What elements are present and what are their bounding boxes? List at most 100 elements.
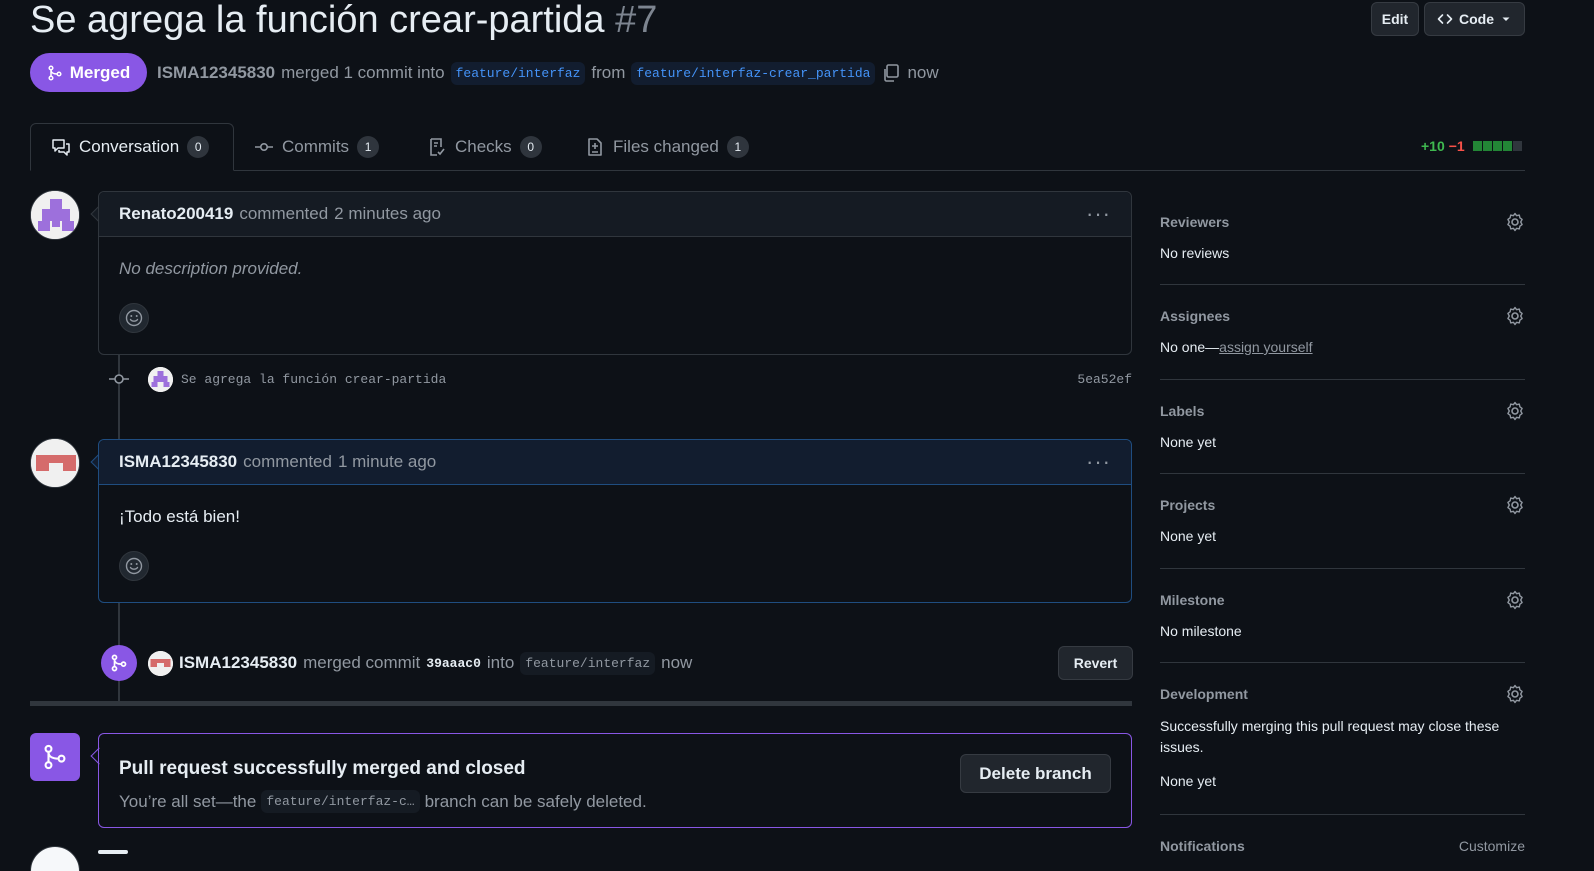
sidebar-projects: Projects None yet	[1160, 494, 1525, 569]
gear-icon[interactable]	[1505, 401, 1525, 421]
gear-icon[interactable]	[1505, 495, 1525, 515]
base-branch[interactable]: feature/interfaz	[450, 61, 586, 85]
sidebar-labels: Labels None yet	[1160, 400, 1525, 474]
sidebar-notifications: Notifications Customize	[1160, 835, 1525, 861]
smiley-icon	[125, 309, 143, 327]
comment-author[interactable]: Renato200419	[119, 204, 233, 224]
pr-title-text: Se agrega la función crear-partida	[30, 0, 605, 41]
sidebar-assignees: Assignees No one—assign yourself	[1160, 305, 1525, 380]
avatar[interactable]	[148, 366, 173, 392]
tab-checks-count: 0	[519, 136, 542, 158]
smiley-icon	[125, 557, 143, 575]
gear-icon[interactable]	[1505, 590, 1525, 610]
merge-author[interactable]: ISMA12345830	[179, 653, 297, 673]
notifications-customize-link[interactable]: Customize	[1459, 838, 1525, 854]
comment-box: Renato200419 commented 2 minutes ago ···…	[98, 191, 1132, 355]
file-diff-icon	[588, 138, 602, 156]
git-merge-icon	[48, 64, 62, 81]
comment-body: No description provided.	[119, 259, 303, 278]
tab-commits[interactable]: Commits 1	[234, 123, 399, 171]
comment-body: ¡Todo está bien!	[119, 507, 240, 526]
sidebar-labels-header: Labels	[1160, 400, 1525, 422]
code-button[interactable]: Code	[1424, 2, 1525, 36]
sidebar-development-value: None yet	[1160, 773, 1217, 789]
commit-event: Se agrega la función crear-partida 5ea52…	[108, 365, 1132, 393]
edit-button[interactable]: Edit	[1371, 2, 1419, 36]
comment-time[interactable]: 1 minute ago	[338, 452, 436, 472]
merged-state-badge: Merged	[30, 53, 147, 92]
merged-box: Pull request successfully merged and clo…	[98, 733, 1132, 828]
sidebar-development-title: Development	[1160, 686, 1248, 702]
merge-time: now	[661, 653, 693, 672]
git-commit-icon	[255, 143, 273, 152]
delete-branch-button[interactable]: Delete branch	[960, 754, 1111, 793]
tab-conversation-count: 0	[187, 136, 210, 158]
diffstat-block	[1482, 141, 1492, 151]
avatar[interactable]	[30, 190, 80, 240]
avatar[interactable]	[30, 846, 80, 871]
identicon-red	[31, 439, 79, 487]
gear-icon[interactable]	[1505, 306, 1525, 326]
commit-message[interactable]: Se agrega la función crear-partida	[181, 372, 446, 387]
tab-conversation[interactable]: Conversation 0	[30, 123, 234, 171]
comment-action: commented	[239, 204, 329, 223]
pr-title: Se agrega la función crear-partida #7	[30, 0, 657, 44]
pr-number: #7	[615, 0, 658, 41]
comment-author[interactable]: ISMA12345830	[119, 452, 237, 472]
code-button-label: Code	[1459, 11, 1494, 27]
diffstat-block	[1472, 141, 1482, 151]
merged-box-text-before: You’re all set—the	[119, 791, 257, 811]
merge-badge	[101, 645, 137, 681]
kebab-menu-icon[interactable]: ···	[1086, 203, 1111, 225]
sidebar-projects-title: Projects	[1160, 497, 1216, 513]
diffstat: +10 −1	[1421, 138, 1522, 154]
clipped-text	[98, 850, 128, 854]
avatar[interactable]	[148, 650, 173, 676]
gear-icon[interactable]	[1505, 212, 1525, 232]
sidebar-assignees-value-row: No one—assign yourself	[1160, 337, 1525, 358]
merged-box-text: You’re all set—the feature/interfaz-c… b…	[119, 790, 1111, 813]
identicon-purple	[148, 366, 173, 392]
merge-target-branch[interactable]: feature/interfaz	[520, 651, 656, 675]
copy-icon[interactable]	[881, 63, 901, 83]
diffstat-deletions: −1	[1448, 138, 1465, 154]
from-text: from	[591, 63, 626, 82]
sidebar-reviewers-header: Reviewers	[1160, 211, 1525, 233]
sidebar-development-header: Development	[1160, 683, 1525, 705]
sidebar-notifications-title: Notifications	[1160, 838, 1245, 854]
pr-time: now	[907, 63, 939, 82]
commit-sha[interactable]: 5ea52ef	[1077, 372, 1132, 387]
add-reaction-button[interactable]	[119, 551, 149, 581]
sidebar-assignees-title: Assignees	[1160, 308, 1231, 324]
diffstat-block	[1512, 141, 1522, 151]
add-reaction-button[interactable]	[119, 303, 149, 333]
sidebar-reviewers-title: Reviewers	[1160, 214, 1230, 230]
identicon-red	[148, 650, 173, 676]
tab-files-changed-label: Files changed	[613, 137, 719, 156]
assign-yourself-link[interactable]: assign yourself	[1219, 339, 1312, 355]
tab-conversation-label: Conversation	[79, 137, 180, 156]
sidebar-labels-title: Labels	[1160, 403, 1205, 419]
diffstat-additions: +10	[1421, 138, 1445, 154]
tab-checks[interactable]: Checks 0	[407, 123, 562, 171]
merge-commit-sha[interactable]: 39aaac0	[426, 656, 481, 671]
comment-time[interactable]: 2 minutes ago	[334, 204, 441, 224]
sidebar-development: Development Successfully merging this pu…	[1160, 683, 1525, 815]
comment-box: ISMA12345830 commented 1 minute ago ··· …	[98, 439, 1132, 603]
head-branch[interactable]: feature/interfaz-crear_partida	[631, 61, 876, 85]
tab-commits-label: Commits	[282, 137, 350, 156]
pr-author-link[interactable]: ISMA12345830	[157, 63, 275, 83]
sidebar-assignees-value: No one—	[1160, 339, 1220, 355]
timeline-end-divider	[30, 701, 1132, 706]
tab-commits-count: 1	[357, 136, 380, 158]
sidebar-projects-header: Projects	[1160, 494, 1525, 516]
tab-files-changed[interactable]: Files changed 1	[565, 123, 769, 171]
sidebar-assignees-header: Assignees	[1160, 305, 1525, 327]
gear-icon[interactable]	[1505, 684, 1525, 704]
merged-box-branch[interactable]: feature/interfaz-c…	[261, 790, 420, 813]
kebab-menu-icon[interactable]: ···	[1086, 451, 1111, 473]
merged-status-icon	[30, 733, 80, 781]
revert-button[interactable]: Revert	[1058, 646, 1133, 680]
tab-files-changed-count: 1	[726, 136, 749, 158]
avatar[interactable]	[30, 438, 80, 488]
